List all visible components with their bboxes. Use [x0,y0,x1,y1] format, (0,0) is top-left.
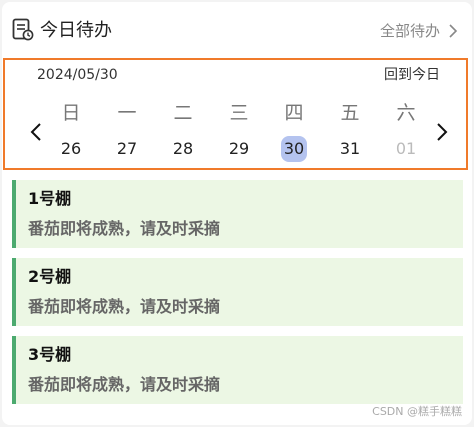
prev-week-arrow-icon[interactable] [29,122,43,142]
day-cell[interactable]: 27 [107,136,147,162]
todo-card: 今日待办 全部待办 2024/05/30 回到今日 日 一 二 三 四 五 六 … [2,2,472,425]
task-item[interactable]: 2号棚 番茄即将成熟，请及时采摘 [12,258,463,326]
day-number: 26 [60,139,82,158]
task-description: 番茄即将成熟，请及时采摘 [28,297,221,316]
task-name: 1号棚 [28,189,72,208]
task-description: 番茄即将成熟，请及时采摘 [28,375,221,394]
current-date: 2024/05/30 [37,67,118,83]
all-todos-label: 全部待办 [379,22,440,40]
weekday-label: 五 [340,102,360,124]
weekday-label: 四 [284,102,304,124]
chevron-right-icon [449,24,458,38]
task-item[interactable]: 3号棚 番茄即将成熟，请及时采摘 [12,336,463,404]
page-title: 今日待办 [40,20,112,41]
day-number: 31 [339,139,361,158]
task-name: 2号棚 [28,267,72,286]
day-cell[interactable]: 29 [219,136,259,162]
task-item[interactable]: 1号棚 番茄即将成熟，请及时采摘 [12,180,463,248]
document-icon [12,18,34,41]
day-cell-selected[interactable]: 30 [274,136,314,162]
day-number: 01 [395,139,417,158]
weekday-label: 二 [173,102,193,124]
watermark: CSDN @糕手糕糕 [372,405,462,418]
day-number: 29 [228,139,250,158]
day-number: 27 [116,139,138,158]
weekday-label: 三 [229,102,249,124]
day-cell[interactable]: 31 [330,136,370,162]
day-number: 28 [172,139,194,158]
weekday-label: 一 [117,102,137,124]
weekday-label: 六 [396,102,416,124]
task-description: 番茄即将成熟，请及时采摘 [28,219,221,238]
card-header: 今日待办 全部待办 [2,2,472,54]
back-to-today-button[interactable]: 回到今日 [384,65,440,85]
week-calendar: 2024/05/30 回到今日 日 一 二 三 四 五 六 26 27 28 2… [3,58,468,170]
next-week-arrow-icon[interactable] [435,122,449,142]
weekday-label: 日 [61,102,81,124]
day-cell[interactable]: 28 [163,136,203,162]
day-cell-next-month[interactable]: 01 [386,136,426,162]
all-todos-link[interactable]: 全部待办 [380,18,458,44]
task-name: 3号棚 [28,345,72,364]
day-number: 30 [281,136,307,162]
day-cell[interactable]: 26 [51,136,91,162]
